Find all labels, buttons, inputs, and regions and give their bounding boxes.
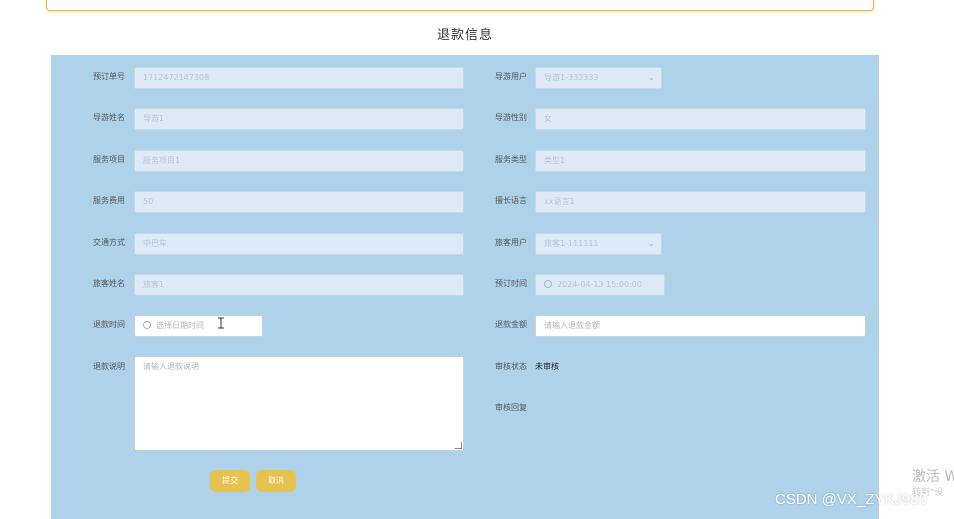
service-item-value: 服务项目1 [143, 156, 181, 165]
service-item-label: 服务项目 [93, 155, 125, 164]
tourist-user-select: 旅客1-111111 ⌄ [535, 233, 662, 255]
guide-user-select: 导游1-333333 ⌄ [535, 67, 662, 89]
refund-desc-label: 退款说明 [93, 362, 125, 371]
refund-time-placeholder: 选择日期时间 [156, 321, 204, 330]
transport-label: 交通方式 [93, 238, 125, 247]
guide-gender-label: 导游性别 [495, 113, 527, 122]
refund-time-picker[interactable]: 选择日期时间 [134, 315, 263, 337]
service-fee-value: 50 [143, 197, 154, 206]
review-status-value: 未审核 [535, 362, 559, 371]
cancel-button[interactable]: 取消 [256, 470, 296, 492]
service-fee-field: 50 [134, 191, 464, 213]
language-value: xx语言1 [544, 197, 575, 206]
service-type-value: 类型1 [544, 156, 566, 165]
guide-name-value: 导游1 [143, 114, 165, 123]
tourist-name-value: 旅客1 [143, 280, 165, 289]
booking-time-value: 2024-04-13 15:00:00 [557, 280, 642, 289]
refund-amount-label: 退款金额 [495, 320, 527, 329]
booking-time-field: 2024-04-13 15:00:00 [535, 274, 665, 296]
transport-field: 中巴车 [134, 233, 464, 255]
guide-gender-field: 女 [535, 108, 866, 130]
service-type-label: 服务类型 [495, 155, 527, 164]
activate-windows-text: 激活 W [912, 469, 954, 485]
service-item-field: 服务项目1 [134, 150, 464, 172]
guide-gender-value: 女 [544, 114, 552, 123]
guide-name-field: 导游1 [134, 108, 464, 130]
top-card-edge [46, 0, 874, 11]
language-field: xx语言1 [535, 191, 866, 213]
text-cursor-icon [218, 317, 224, 329]
clock-icon [544, 280, 552, 288]
refund-amount-input[interactable]: 请输入退款金额 [535, 315, 866, 337]
refund-time-label: 退款时间 [93, 320, 125, 329]
order-no-field: 1712472147308 [134, 67, 464, 89]
guide-user-label: 导游用户 [495, 72, 527, 81]
booking-time-label: 预订时间 [495, 279, 527, 288]
refund-desc-placeholder: 请输入退款说明 [143, 362, 199, 371]
refund-form-panel: 预订单号 1712472147308 导游用户 导游1-333333 ⌄ 导游姓… [51, 55, 879, 519]
order-no-label: 预订单号 [93, 72, 125, 81]
guide-name-label: 导游姓名 [93, 113, 125, 122]
submit-button[interactable]: 提交 [210, 470, 250, 492]
refund-amount-placeholder: 请输入退款金额 [544, 321, 600, 330]
tourist-name-field: 旅客1 [134, 274, 464, 296]
refund-desc-textarea[interactable]: 请输入退款说明 [134, 356, 464, 451]
service-fee-label: 服务费用 [93, 196, 125, 205]
chevron-down-icon: ⌄ [648, 239, 655, 248]
order-no-value: 1712472147308 [143, 73, 210, 82]
language-label: 擅长语言 [495, 196, 527, 205]
clock-icon [143, 321, 151, 329]
chevron-down-icon: ⌄ [648, 73, 655, 82]
transport-value: 中巴车 [143, 239, 167, 248]
review-reply-label: 审核回复 [495, 403, 527, 412]
resize-grip-icon[interactable] [455, 442, 462, 449]
page-title: 退款信息 [436, 28, 493, 43]
csdn-watermark: CSDN @VX_ZYKJ985 [775, 491, 927, 508]
guide-user-value: 导游1-333333 [544, 73, 599, 82]
tourist-name-label: 旅客姓名 [93, 279, 125, 288]
tourist-user-label: 旅客用户 [495, 238, 527, 247]
service-type-field: 类型1 [535, 150, 866, 172]
review-status-label: 审核状态 [495, 362, 527, 371]
tourist-user-value: 旅客1-111111 [544, 239, 599, 248]
